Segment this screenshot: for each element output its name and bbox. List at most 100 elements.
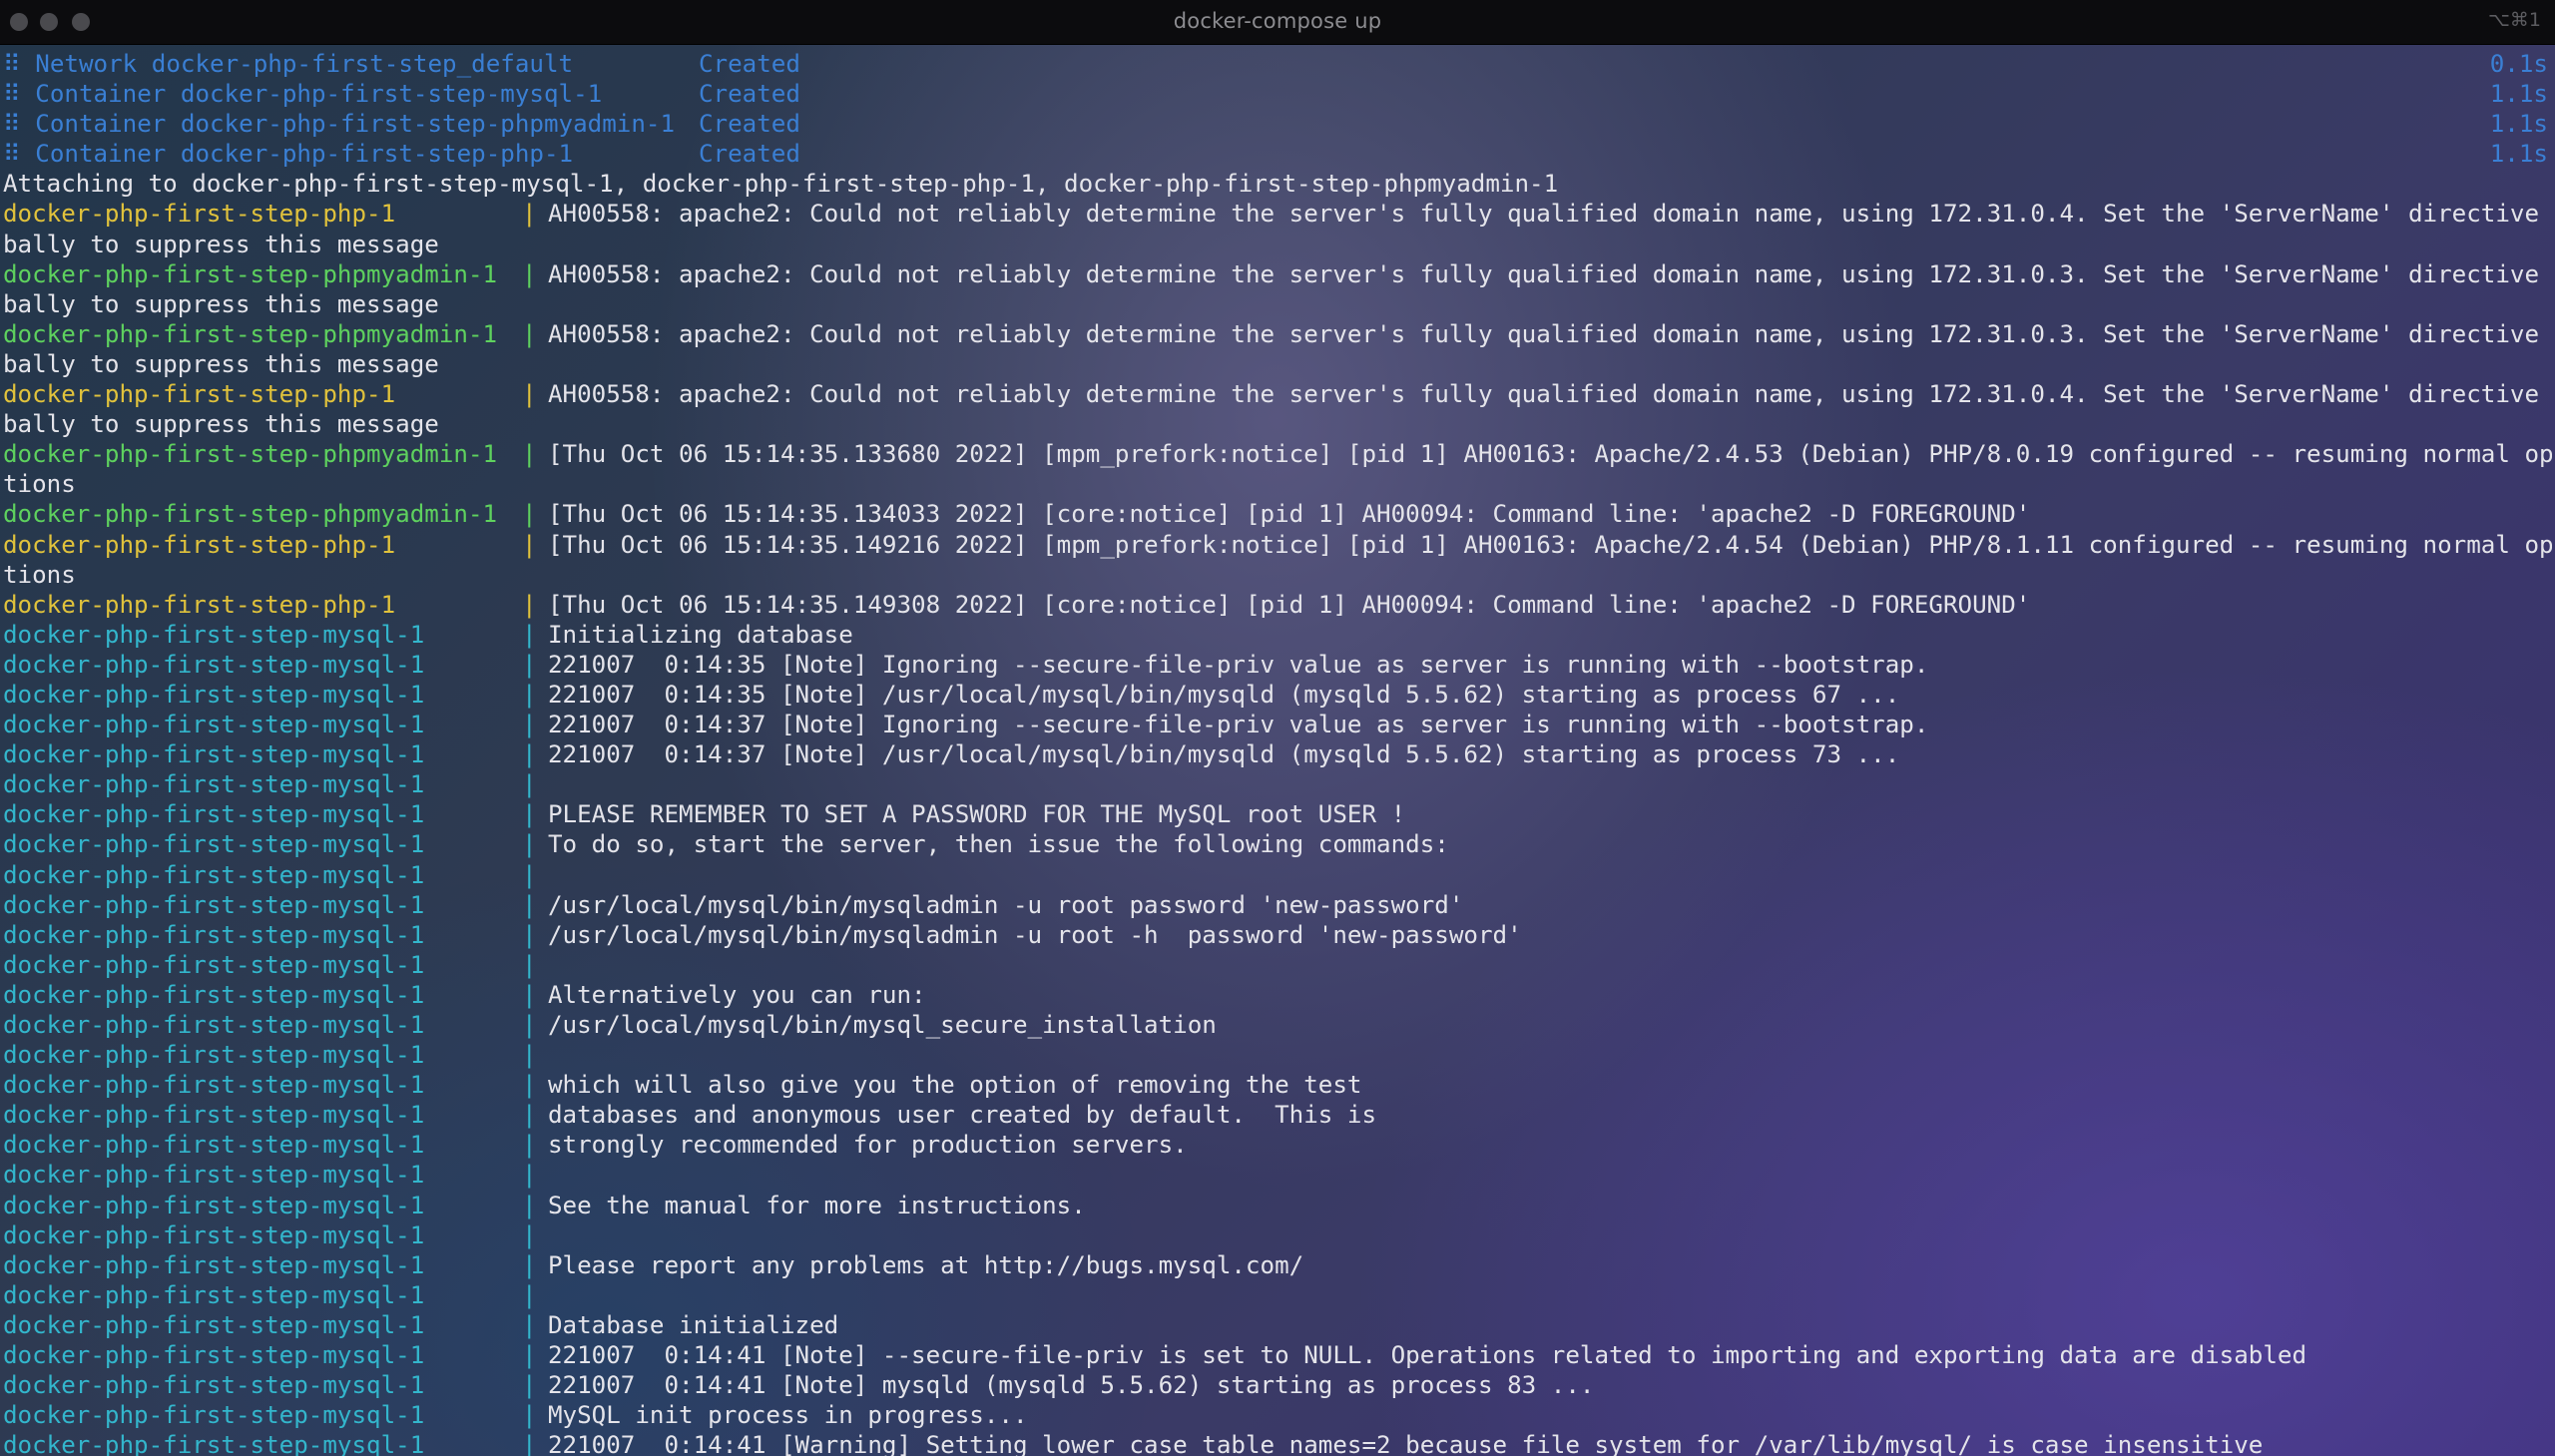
log-line: docker-php-first-step-phpmyadmin-1 | [Thu … bbox=[3, 439, 2552, 469]
pipe-separator: | bbox=[522, 1220, 537, 1249]
log-message: Alternatively you can run: bbox=[548, 980, 926, 1009]
log-message: 221007 0:14:41 [Warning] Setting lower_c… bbox=[548, 1431, 2264, 1456]
log-line: docker-php-first-step-mysql-1 | bbox=[3, 1040, 2552, 1070]
pipe-separator: | bbox=[522, 500, 537, 529]
status-label: ⠿ Container docker-php-first-step-phpmya… bbox=[3, 110, 676, 139]
service-prefix: docker-php-first-step-mysql-1 bbox=[3, 1310, 425, 1339]
log-message: AH00558: apache2: Could not reliably det… bbox=[548, 380, 2552, 409]
pipe-separator: | bbox=[522, 1250, 537, 1279]
log-line: docker-php-first-step-mysql-1 | 221007 0:1… bbox=[3, 680, 2552, 710]
status-line: ⠿ Network docker-php-first-step_default C… bbox=[3, 49, 2552, 79]
status-time: 1.1s bbox=[2489, 140, 2548, 169]
log-message: [Thu Oct 06 15:14:35.133680 2022] [mpm_p… bbox=[548, 440, 2552, 469]
log-line: docker-php-first-step-phpmyadmin-1 | [Thu … bbox=[3, 499, 2552, 529]
service-prefix: docker-php-first-step-mysql-1 bbox=[3, 1220, 425, 1249]
plain-line: bally to suppress this message bbox=[3, 230, 2552, 259]
service-prefix: docker-php-first-step-mysql-1 bbox=[3, 620, 425, 649]
log-line: docker-php-first-step-mysql-1 | /usr/local… bbox=[3, 920, 2552, 950]
pipe-separator: | bbox=[522, 1401, 537, 1430]
log-message: To do so, start the server, then issue t… bbox=[548, 830, 1449, 859]
log-message: strongly recommended for production serv… bbox=[548, 1131, 1188, 1160]
status-line: ⠿ Container docker-php-first-step-phpmya… bbox=[3, 109, 2552, 139]
log-line: docker-php-first-step-mysql-1 | 221007 0:1… bbox=[3, 710, 2552, 739]
log-line: docker-php-first-step-mysql-1 | databases … bbox=[3, 1100, 2552, 1130]
pipe-separator: | bbox=[522, 1011, 537, 1039]
plain-line: bally to suppress this message bbox=[3, 349, 2552, 379]
log-line: docker-php-first-step-mysql-1 | bbox=[3, 1280, 2552, 1310]
log-message: AH00558: apache2: Could not reliably det… bbox=[548, 259, 2552, 288]
log-line: docker-php-first-step-mysql-1 | Initializi… bbox=[3, 620, 2552, 650]
pipe-separator: | bbox=[522, 590, 537, 619]
service-prefix: docker-php-first-step-mysql-1 bbox=[3, 920, 425, 949]
service-prefix: docker-php-first-step-mysql-1 bbox=[3, 1161, 425, 1190]
plain-line: tions bbox=[3, 560, 2552, 590]
pipe-separator: | bbox=[522, 440, 537, 469]
service-prefix: docker-php-first-step-mysql-1 bbox=[3, 1191, 425, 1219]
pipe-separator: | bbox=[522, 319, 537, 348]
plain-line: bally to suppress this message bbox=[3, 409, 2552, 439]
plain-line: tions bbox=[3, 469, 2552, 499]
log-line: docker-php-first-step-php-1 | AH00558: apa… bbox=[3, 379, 2552, 409]
pipe-separator: | bbox=[522, 1131, 537, 1160]
service-prefix: docker-php-first-step-phpmyadmin-1 bbox=[3, 319, 498, 348]
log-message: 221007 0:14:37 [Note] Ignoring --secure-… bbox=[548, 711, 1929, 739]
pipe-separator: | bbox=[522, 380, 537, 409]
status-line: ⠿ Container docker-php-first-step-php-1 C… bbox=[3, 139, 2552, 169]
pipe-separator: | bbox=[522, 200, 537, 229]
log-message: 221007 0:14:41 [Note] --secure-file-priv… bbox=[548, 1341, 2307, 1370]
title-bar[interactable]: docker-compose up ⌥⌘1 bbox=[0, 0, 2555, 45]
plain-line: Attaching to docker-php-first-step-mysql… bbox=[3, 169, 2552, 199]
log-message: /usr/local/mysql/bin/mysqladmin -u root … bbox=[548, 920, 1522, 949]
pipe-separator: | bbox=[522, 1071, 537, 1100]
log-message: bally to suppress this message bbox=[3, 289, 439, 318]
log-line: docker-php-first-step-php-1 | [Thu Oct 06 … bbox=[3, 530, 2552, 560]
log-line: docker-php-first-step-mysql-1 | /usr/local… bbox=[3, 890, 2552, 920]
log-message: /usr/local/mysql/bin/mysql_secure_instal… bbox=[548, 1011, 1217, 1039]
log-line: docker-php-first-step-mysql-1 | See the ma… bbox=[3, 1191, 2552, 1220]
log-message: PLEASE REMEMBER TO SET A PASSWORD FOR TH… bbox=[548, 800, 1406, 829]
pipe-separator: | bbox=[522, 530, 537, 559]
pipe-separator: | bbox=[522, 860, 537, 889]
status-state: Created bbox=[699, 140, 800, 169]
log-line: docker-php-first-step-php-1 | [Thu Oct 06 … bbox=[3, 590, 2552, 620]
pipe-separator: | bbox=[522, 711, 537, 739]
log-message: bally to suppress this message bbox=[3, 230, 439, 258]
service-prefix: docker-php-first-step-mysql-1 bbox=[3, 1011, 425, 1039]
log-message: 221007 0:14:35 [Note] Ignoring --secure-… bbox=[548, 650, 1929, 679]
log-message: See the manual for more instructions. bbox=[548, 1191, 1086, 1219]
log-line: docker-php-first-step-php-1 | AH00558: apa… bbox=[3, 199, 2552, 229]
status-time: 1.1s bbox=[2489, 80, 2548, 109]
service-prefix: docker-php-first-step-mysql-1 bbox=[3, 830, 425, 859]
pipe-separator: | bbox=[522, 890, 537, 919]
pipe-separator: | bbox=[522, 1341, 537, 1370]
pipe-separator: | bbox=[522, 1371, 537, 1400]
log-line: docker-php-first-step-mysql-1 | bbox=[3, 769, 2552, 799]
pipe-separator: | bbox=[522, 1161, 537, 1190]
service-prefix: docker-php-first-step-mysql-1 bbox=[3, 1431, 425, 1456]
service-prefix: docker-php-first-step-php-1 bbox=[3, 200, 396, 229]
log-line: docker-php-first-step-mysql-1 | 221007 0:1… bbox=[3, 1340, 2552, 1370]
log-message: which will also give you the option of r… bbox=[548, 1071, 1362, 1100]
service-prefix: docker-php-first-step-phpmyadmin-1 bbox=[3, 500, 498, 529]
service-prefix: docker-php-first-step-mysql-1 bbox=[3, 950, 425, 979]
pipe-separator: | bbox=[522, 1101, 537, 1130]
service-prefix: docker-php-first-step-mysql-1 bbox=[3, 980, 425, 1009]
service-prefix: docker-php-first-step-mysql-1 bbox=[3, 680, 425, 709]
log-message: 221007 0:14:37 [Note] /usr/local/mysql/b… bbox=[548, 740, 1900, 769]
log-message: AH00558: apache2: Could not reliably det… bbox=[548, 200, 2552, 229]
log-message: /usr/local/mysql/bin/mysqladmin -u root … bbox=[548, 890, 1464, 919]
service-prefix: docker-php-first-step-mysql-1 bbox=[3, 800, 425, 829]
service-prefix: docker-php-first-step-php-1 bbox=[3, 590, 396, 619]
pipe-separator: | bbox=[522, 920, 537, 949]
service-prefix: docker-php-first-step-mysql-1 bbox=[3, 711, 425, 739]
log-message: Initializing database bbox=[548, 620, 853, 649]
status-state: Created bbox=[699, 110, 800, 139]
log-message: tions bbox=[3, 470, 76, 499]
log-message: MySQL init process in progress... bbox=[548, 1401, 1028, 1430]
log-line: docker-php-first-step-mysql-1 | To do so, … bbox=[3, 829, 2552, 859]
log-line: docker-php-first-step-mysql-1 | Please rep… bbox=[3, 1250, 2552, 1280]
status-time: 0.1s bbox=[2489, 50, 2548, 78]
terminal-output[interactable]: ⠿ Network docker-php-first-step_default C… bbox=[3, 49, 2552, 1456]
log-line: docker-php-first-step-mysql-1 | MySQL init… bbox=[3, 1400, 2552, 1430]
log-message: AH00558: apache2: Could not reliably det… bbox=[548, 319, 2552, 348]
